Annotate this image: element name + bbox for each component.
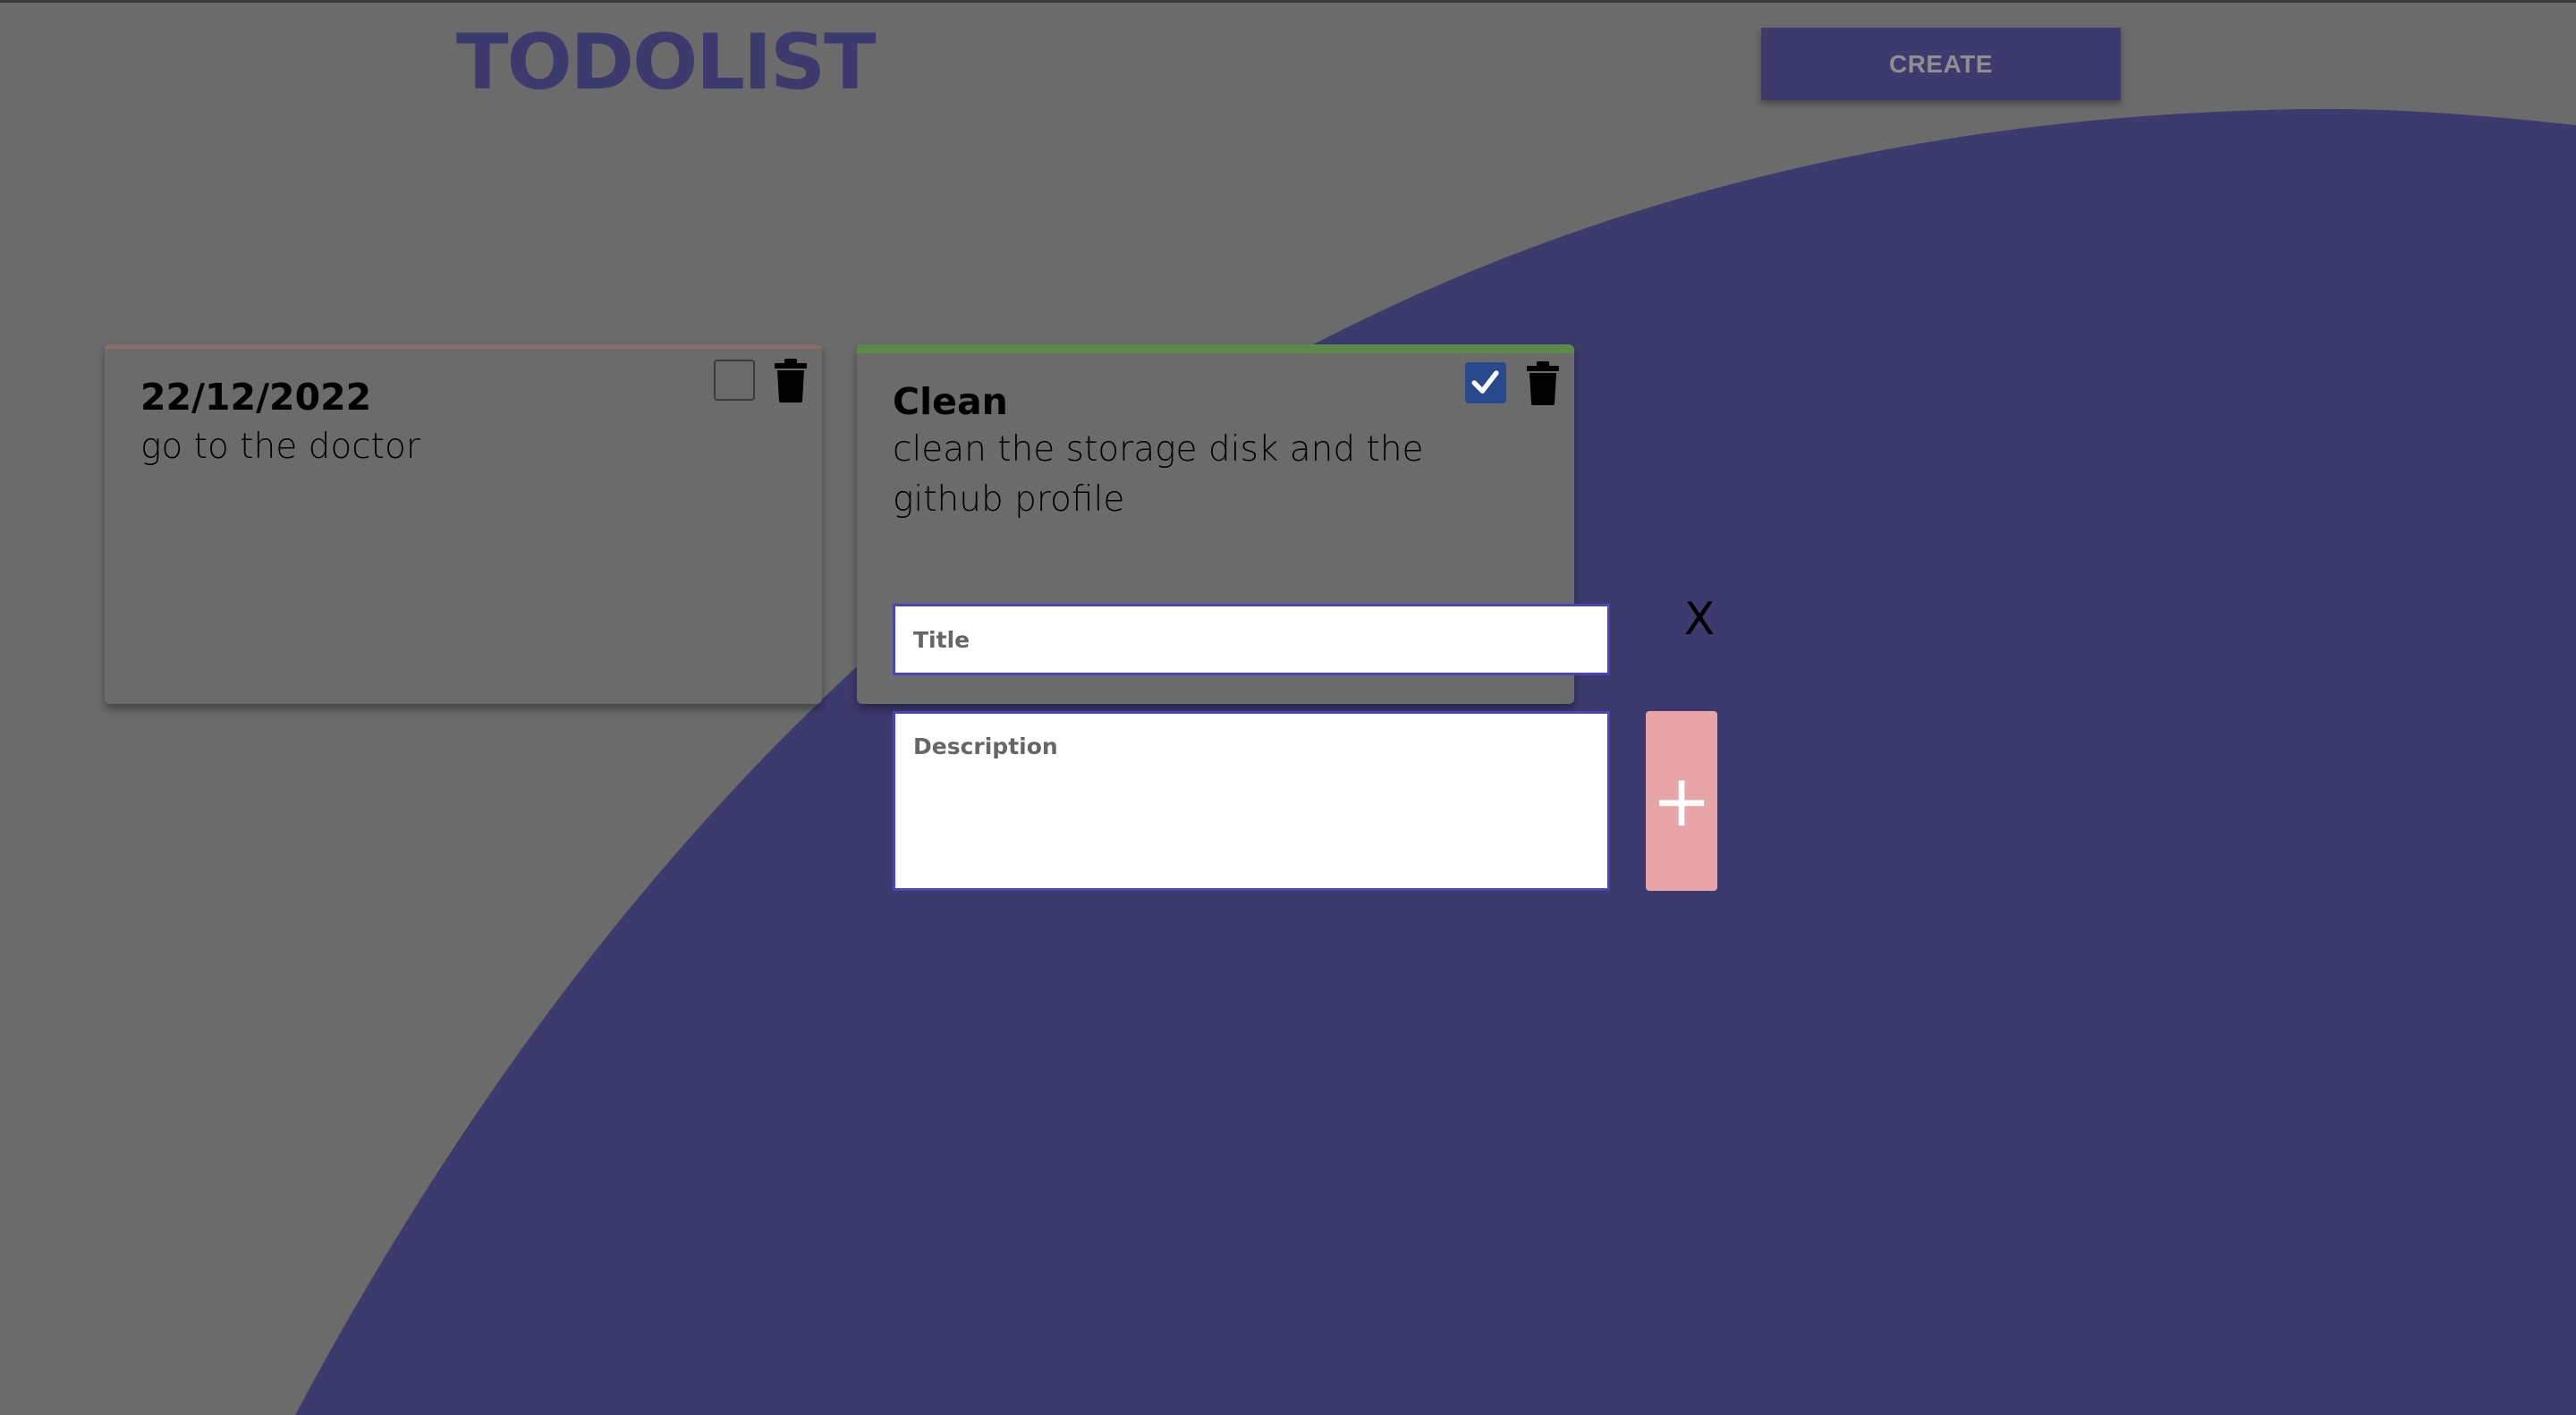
todo-done-checkbox[interactable] bbox=[1465, 362, 1506, 403]
todo-title: 22/12/2022 bbox=[140, 376, 372, 419]
trash-icon[interactable] bbox=[774, 358, 808, 402]
app-title: TODOLIST bbox=[456, 18, 877, 107]
todo-description: clean the storage disk and the github pr… bbox=[893, 429, 1424, 520]
todo-card: 22/12/2022 go to the doctor bbox=[105, 344, 822, 704]
close-form-button[interactable]: X bbox=[1677, 592, 1722, 646]
background-blob bbox=[295, 108, 2576, 1415]
description-input[interactable] bbox=[893, 711, 1610, 891]
todo-title: Clean bbox=[893, 380, 1008, 423]
todo-description: go to the doctor bbox=[140, 427, 420, 467]
create-button[interactable]: CREATE bbox=[1761, 28, 2121, 100]
checkmark-icon bbox=[1471, 370, 1499, 394]
trash-icon[interactable] bbox=[1526, 360, 1560, 405]
add-todo-button[interactable]: + bbox=[1646, 711, 1717, 891]
title-input[interactable] bbox=[893, 604, 1610, 675]
todo-done-checkbox[interactable] bbox=[714, 360, 755, 401]
